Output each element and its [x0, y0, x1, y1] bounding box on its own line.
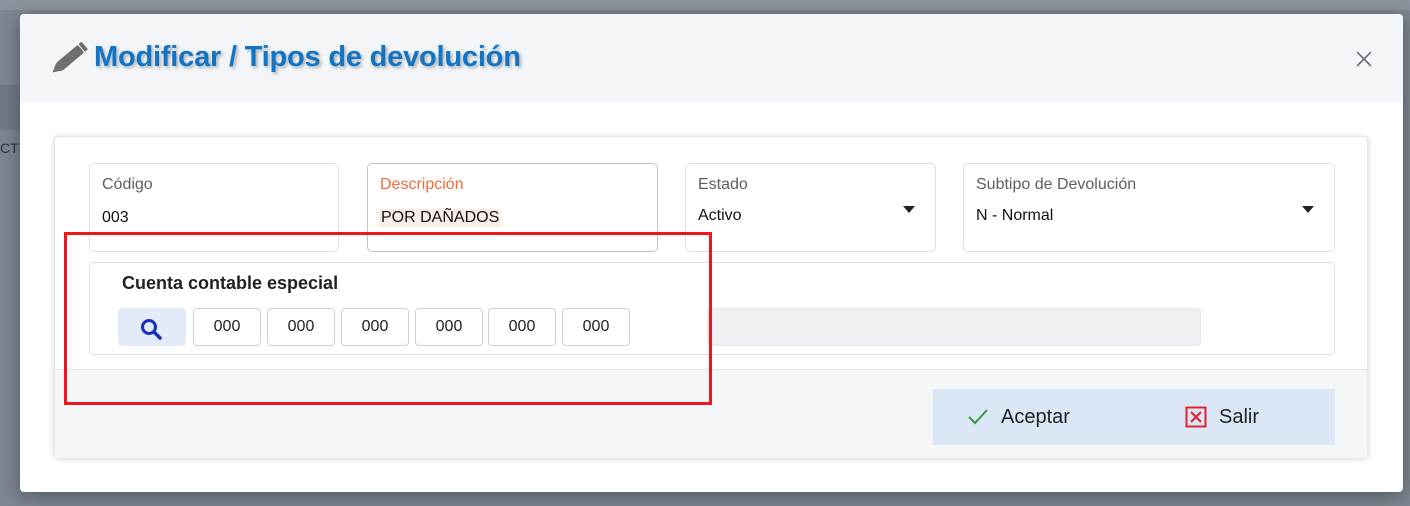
cuenta-segment-5[interactable]	[488, 308, 556, 346]
cuenta-segment-2[interactable]	[267, 308, 335, 346]
descripcion-field[interactable]: Descripción POR DAÑADOS	[367, 163, 658, 252]
cuenta-segment-1[interactable]	[193, 308, 261, 346]
codigo-label: Código	[102, 176, 153, 193]
subtipo-label: Subtipo de Devolución	[976, 176, 1137, 193]
dialog-title-group: Modificar / Tipos de devolución	[50, 40, 521, 74]
cuenta-name-field	[707, 308, 1201, 346]
exit-button[interactable]: Salir	[1185, 389, 1259, 445]
accept-button[interactable]: Aceptar	[967, 389, 1070, 445]
cuenta-segment-4[interactable]	[415, 308, 483, 346]
cuenta-segment-6[interactable]	[562, 308, 630, 346]
exit-label: Salir	[1219, 405, 1260, 428]
form-card: Código 003 Descripción POR DAÑADOS Estad…	[54, 136, 1368, 458]
background-app-text: CT	[0, 140, 19, 156]
estado-label: Estado	[698, 176, 748, 193]
action-bar: Aceptar Salir	[933, 389, 1335, 445]
subtipo-value: N - Normal	[976, 207, 1054, 224]
subtipo-select[interactable]: Subtipo de Devolución N - Normal	[963, 163, 1335, 252]
chevron-down-icon	[903, 206, 915, 213]
cuenta-contable-title: Cuenta contable especial	[122, 273, 339, 293]
codigo-field[interactable]: Código 003	[89, 163, 339, 252]
dialog-title: Modificar / Tipos de devolución	[94, 40, 521, 73]
codigo-value: 003	[102, 209, 129, 226]
dialog-header: Modificar / Tipos de devolución	[20, 14, 1403, 102]
estado-value: Activo	[698, 207, 742, 224]
background-app-panel	[0, 85, 22, 130]
check-icon	[967, 408, 989, 426]
pencil-icon	[52, 42, 88, 73]
accept-label: Aceptar	[1001, 405, 1070, 428]
chevron-down-icon	[1302, 206, 1314, 213]
descripcion-value: POR DAÑADOS	[379, 209, 502, 227]
cuenta-segment-3[interactable]	[341, 308, 409, 346]
edit-dialog: Modificar / Tipos de devolución Código 0…	[20, 14, 1403, 492]
close-box-icon	[1185, 406, 1207, 428]
estado-select[interactable]: Estado Activo	[685, 163, 936, 252]
cuenta-contable-panel: Cuenta contable especial	[89, 262, 1335, 355]
descripcion-label: Descripción	[380, 176, 464, 193]
background-app-strip	[0, 0, 1410, 10]
search-icon	[141, 319, 162, 340]
close-icon[interactable]	[1353, 48, 1375, 70]
search-button[interactable]	[118, 308, 186, 346]
